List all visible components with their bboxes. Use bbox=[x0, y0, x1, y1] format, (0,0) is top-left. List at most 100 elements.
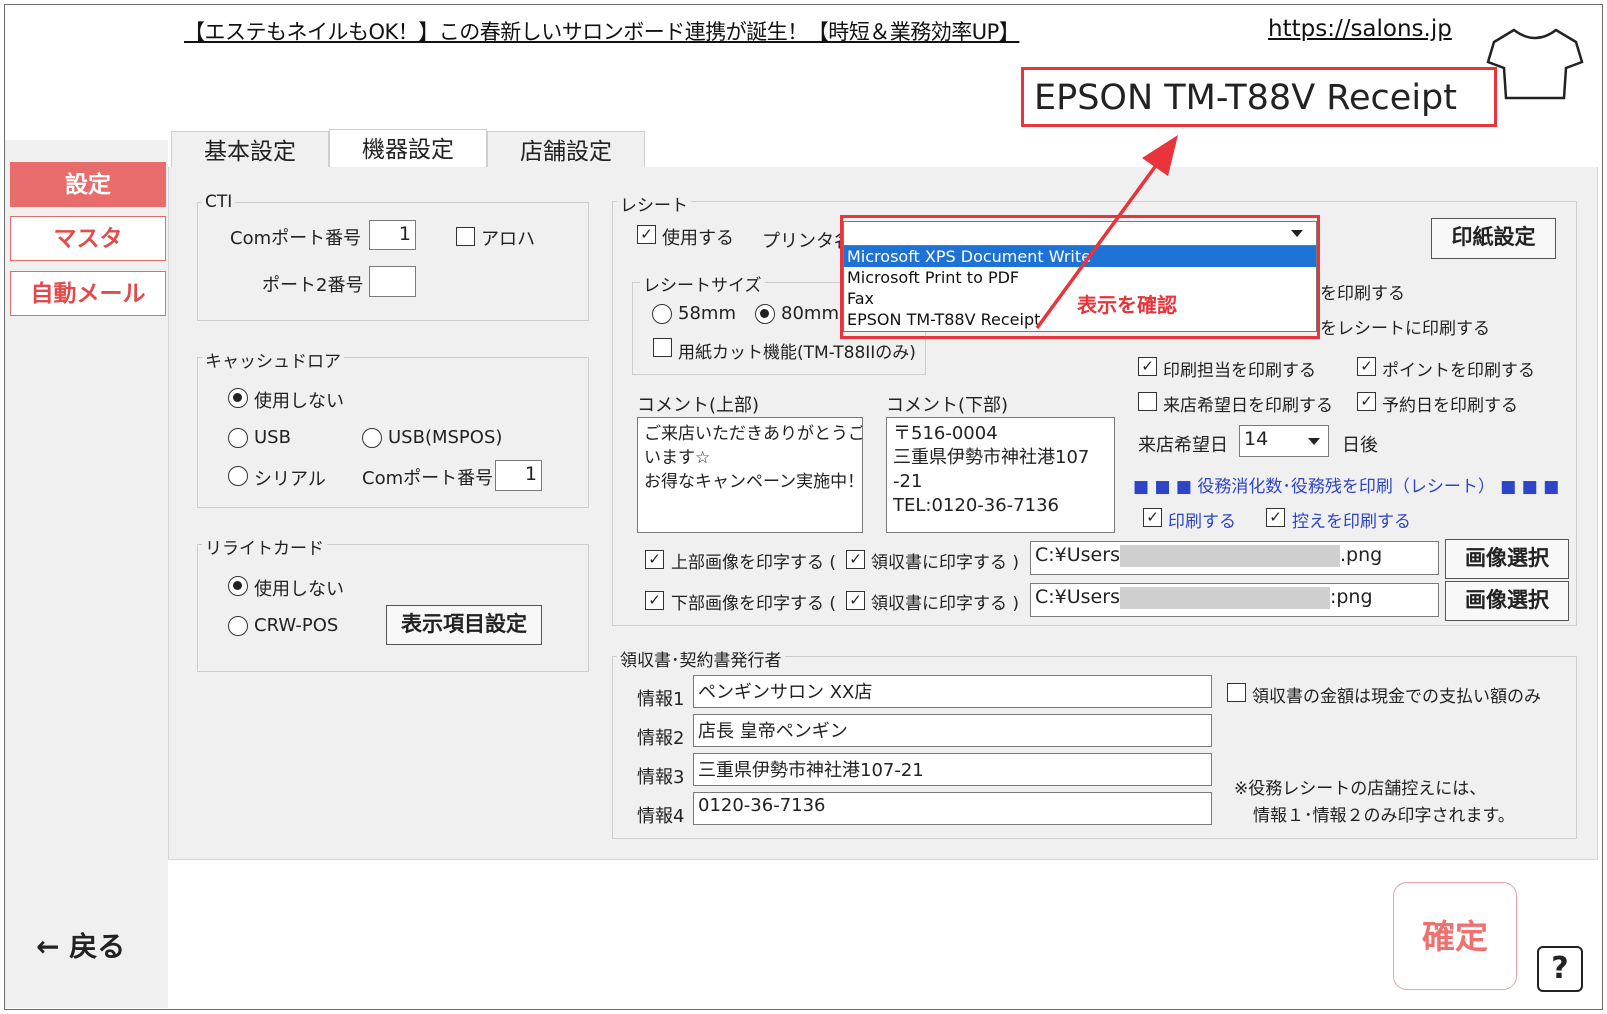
cash-drawer-none-label: 使用しない bbox=[254, 391, 344, 412]
cash-drawer-none-radio[interactable] bbox=[228, 388, 248, 408]
cash-only-checkbox[interactable] bbox=[1227, 683, 1246, 702]
selected-printer-display: EPSON TM-T88V Receipt bbox=[1021, 67, 1497, 127]
aroha-checkbox[interactable] bbox=[456, 227, 475, 246]
print-point-label: ポイントを印刷する bbox=[1382, 361, 1535, 381]
issuer-legend: 領収書･契約書発行者 bbox=[617, 646, 785, 671]
print-reserve-label: 予約日を印刷する bbox=[1382, 396, 1518, 416]
service-print-heading: ■ ■ ■ 役務消化数･役務残を印刷（レシート） ■ ■ ■ bbox=[1133, 477, 1560, 497]
print-visit-wish-checkbox[interactable] bbox=[1138, 392, 1157, 411]
size-80mm-radio[interactable] bbox=[755, 304, 775, 324]
bottom-image-path-prefix: C:¥Users bbox=[1035, 586, 1120, 608]
sidebar-item-settings[interactable]: 設定 bbox=[10, 162, 166, 207]
receipt-size-legend: レシートサイズ bbox=[640, 271, 765, 296]
cash-drawer-serial-radio[interactable] bbox=[228, 466, 248, 486]
hidden-print-option-2: をレシートに印刷する bbox=[1320, 319, 1490, 339]
hidden-print-option-1: を印刷する bbox=[1320, 284, 1405, 304]
comment-bottom-label: コメント(下部) bbox=[886, 395, 1009, 416]
bottom-image-select-button[interactable]: 画像選択 bbox=[1445, 581, 1569, 621]
cash-drawer-usb-mspos-radio[interactable] bbox=[362, 428, 382, 448]
cti-com-port-input[interactable]: 1 bbox=[369, 220, 416, 250]
info2-input[interactable]: 店長 皇帝ペンギン bbox=[693, 714, 1212, 747]
tshirt-icon[interactable] bbox=[1484, 24, 1586, 104]
bottom-image-checkbox[interactable]: ✓ bbox=[645, 591, 664, 610]
cash-only-label: 領収書の金額は現金での支払い額のみ bbox=[1252, 687, 1541, 707]
visit-wish-days-label: 来店希望日 bbox=[1138, 435, 1228, 456]
print-point-checkbox[interactable]: ✓ bbox=[1357, 357, 1376, 376]
sidebar-item-auto-mail[interactable]: 自動メール bbox=[10, 271, 166, 316]
promo-banner-link[interactable]: 【エステもネイルもOK！】この春新しいサロンボード連携が誕生！【時短＆業務効率U… bbox=[184, 16, 1020, 46]
cash-drawer-com-port-input[interactable]: 1 bbox=[495, 460, 542, 491]
cash-drawer-usb-radio[interactable] bbox=[228, 428, 248, 448]
top-image-path-suffix: .png bbox=[1339, 544, 1383, 566]
comment-top-label: コメント(上部) bbox=[637, 395, 760, 416]
sidebar-item-master[interactable]: マスタ bbox=[10, 216, 166, 261]
info1-input[interactable]: ペンギンサロン XX店 bbox=[693, 675, 1212, 708]
chevron-down-icon[interactable] bbox=[1308, 438, 1320, 445]
redacted-path bbox=[1119, 586, 1330, 609]
info2-label: 情報2 bbox=[637, 728, 685, 749]
rewrite-card-none-label: 使用しない bbox=[254, 579, 344, 600]
top-image-path-input[interactable]: C:¥Users .png bbox=[1030, 541, 1439, 575]
issuer-note-line1: ※役務レシートの店舗控えには、 bbox=[1234, 779, 1487, 799]
size-80mm-label: 80mm bbox=[781, 303, 839, 324]
cash-drawer-serial-label: シリアル bbox=[254, 469, 326, 490]
info1-label: 情報1 bbox=[637, 689, 685, 710]
printer-name-label: プリンタ名 bbox=[762, 231, 852, 252]
service-copy-label: 控えを印刷する bbox=[1292, 512, 1411, 532]
display-items-button[interactable]: 表示項目設定 bbox=[386, 605, 542, 645]
top-image-checkbox[interactable]: ✓ bbox=[645, 550, 664, 569]
issuer-note-line2: 情報１･情報２のみ印字されます。 bbox=[1253, 806, 1515, 826]
cash-drawer-usb-mspos-label: USB(MSPOS) bbox=[388, 427, 503, 448]
receipt-use-label: 使用する bbox=[662, 228, 734, 249]
tab-store-settings[interactable]: 店舗設定 bbox=[487, 131, 645, 171]
paper-cut-checkbox[interactable] bbox=[653, 338, 672, 357]
paper-cut-label: 用紙カット機能(TM-T88IIのみ) bbox=[678, 343, 916, 363]
top-image-label: 上部画像を印字する ( bbox=[671, 553, 837, 573]
help-button[interactable]: ? bbox=[1537, 946, 1583, 992]
paper-setting-button[interactable]: 印紙設定 bbox=[1431, 218, 1556, 259]
port2-input[interactable] bbox=[369, 266, 416, 297]
confirm-button[interactable]: 確定 bbox=[1393, 882, 1517, 990]
comment-bottom-textarea[interactable]: 〒516-0004 三重県伊勢市神社港107 -21 TEL:0120-36-7… bbox=[886, 417, 1115, 533]
print-reserve-checkbox[interactable]: ✓ bbox=[1357, 392, 1376, 411]
info3-input[interactable]: 三重県伊勢市神社港107-21 bbox=[693, 753, 1212, 786]
top-image-select-button[interactable]: 画像選択 bbox=[1445, 539, 1569, 579]
print-visit-wish-label: 来店希望日を印刷する bbox=[1163, 396, 1333, 416]
size-58mm-radio[interactable] bbox=[652, 304, 672, 324]
aroha-label: アロハ bbox=[481, 229, 535, 250]
tab-device-settings[interactable]: 機器設定 bbox=[329, 129, 487, 170]
site-url-link[interactable]: https://salons.jp bbox=[1268, 16, 1452, 42]
receipt-use-checkbox[interactable]: ✓ bbox=[637, 225, 656, 244]
rewrite-card-none-radio[interactable] bbox=[228, 576, 248, 596]
bottom-image-receipt-label: 領収書に印字する ) bbox=[871, 594, 1020, 614]
top-image-receipt-checkbox[interactable]: ✓ bbox=[846, 550, 865, 569]
dropdown-highlight-box bbox=[840, 215, 1320, 339]
confirm-display-callout: 表示を確認 bbox=[1077, 293, 1177, 317]
cash-drawer-usb-label: USB bbox=[254, 427, 291, 448]
print-staff-checkbox[interactable]: ✓ bbox=[1138, 357, 1157, 376]
top-image-receipt-label: 領収書に印字する ) bbox=[871, 553, 1020, 573]
cti-com-port-label: Comポート番号 bbox=[230, 228, 362, 249]
cti-legend: CTI bbox=[202, 192, 236, 212]
rewrite-card-crw-radio[interactable] bbox=[228, 616, 248, 636]
comment-top-textarea[interactable]: ご来店いただきありがとうござ います☆ お得なキャンペーン実施中！ bbox=[637, 417, 863, 533]
tab-basic-settings[interactable]: 基本設定 bbox=[171, 131, 329, 171]
cash-drawer-com-port-label: Comポート番号 bbox=[362, 468, 494, 489]
bottom-image-receipt-checkbox[interactable]: ✓ bbox=[846, 591, 865, 610]
info3-label: 情報3 bbox=[637, 767, 685, 788]
redacted-path bbox=[1119, 544, 1340, 567]
service-print-checkbox[interactable]: ✓ bbox=[1143, 508, 1162, 527]
rewrite-card-crw-label: CRW-POS bbox=[254, 615, 339, 636]
cash-drawer-legend: キャッシュドロア bbox=[202, 347, 344, 372]
info4-input[interactable]: 0120-36-7136 bbox=[693, 792, 1212, 825]
bottom-image-path-input[interactable]: C:¥Users :png bbox=[1030, 583, 1439, 617]
back-button[interactable]: ← 戻る bbox=[36, 925, 125, 965]
top-image-path-prefix: C:¥Users bbox=[1035, 544, 1120, 566]
size-58mm-label: 58mm bbox=[678, 303, 736, 324]
port2-label: ポート2番号 bbox=[262, 275, 364, 296]
bottom-image-label: 下部画像を印字する ( bbox=[671, 594, 837, 614]
service-copy-checkbox[interactable]: ✓ bbox=[1266, 508, 1285, 527]
bottom-image-path-suffix: :png bbox=[1329, 586, 1373, 608]
days-after-label: 日後 bbox=[1342, 435, 1378, 456]
service-print-label: 印刷する bbox=[1168, 512, 1236, 532]
